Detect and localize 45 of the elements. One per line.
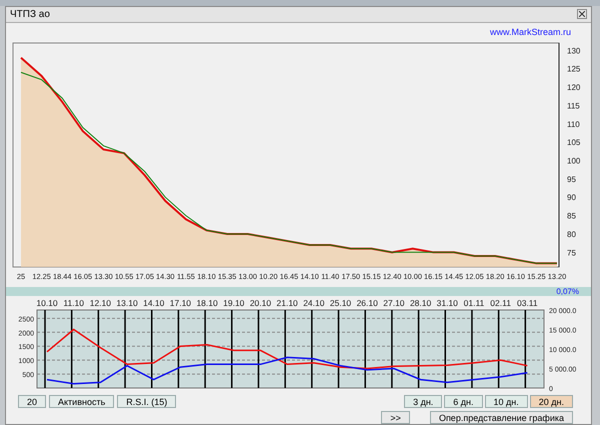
period-tab[interactable]: 3 дн. [404,395,442,408]
mode-button[interactable]: Опер.представление графика [430,411,573,424]
axis-tick-label: 20.10 [250,298,272,308]
axis-tick-label: 13.10 [116,298,138,308]
close-button[interactable] [577,9,587,19]
axis-tick-label: 01.11 [464,298,484,308]
axis-tick-label: 90 [567,193,576,202]
axis-tick-label: 03.11 [517,298,538,308]
period-tab[interactable]: 10 дн. [484,395,528,408]
next-button[interactable]: >> [381,411,410,424]
axis-tick-label: 19.10 [223,298,244,308]
window-title: ЧТПЗ ао [10,8,50,22]
axis-tick-label: 26.10 [356,298,378,308]
toolbar-button[interactable]: Активность [49,395,114,408]
axis-tick-label: 14.10 [143,298,164,308]
axis-tick-label: 130 [567,46,580,56]
axis-tick-label: 80 [567,230,576,239]
axis-tick-label: 24.10 [303,298,324,308]
axis-tick-label: 100 [567,156,580,166]
close-icon [579,11,585,17]
axis-tick-label: 85 [567,212,576,221]
axis-tick-label: 28.10 [410,298,432,308]
axis-tick-label: 17.10 [170,298,192,308]
period-tab[interactable]: 20 дн. [530,395,573,408]
period-tab[interactable]: 6 дн. [444,395,483,408]
change-strip: 0,07% [6,287,591,296]
axis-tick-label: 21.10 [276,298,298,308]
axis-tick-label: 75 [567,248,576,258]
site-link[interactable]: www.MarkStream.ru [490,26,571,39]
axis-tick-label: 105 [567,138,580,148]
axis-tick-label: 18.10 [196,298,218,308]
axis-tick-label: 12.10 [90,298,111,308]
axis-tick-label: 11.10 [63,298,84,308]
axis-tick-label: 110 [567,120,580,129]
toolbar-button[interactable]: R.S.I. (15) [117,395,176,408]
toolbar-button[interactable]: 20 [18,395,46,408]
axis-tick-label: 02.11 [490,298,511,308]
axis-tick-label: 10.10 [36,298,58,308]
axis-tick-label: 95 [567,174,576,184]
axis-tick-label: 25.10 [330,298,352,308]
axis-tick-label: 115 [567,101,580,110]
axis-tick-label: 120 [567,83,580,92]
axis-tick-label: 125 [567,64,580,74]
axis-tick-label: 31.10 [436,298,458,308]
axis-tick-label: 27.10 [383,298,405,308]
